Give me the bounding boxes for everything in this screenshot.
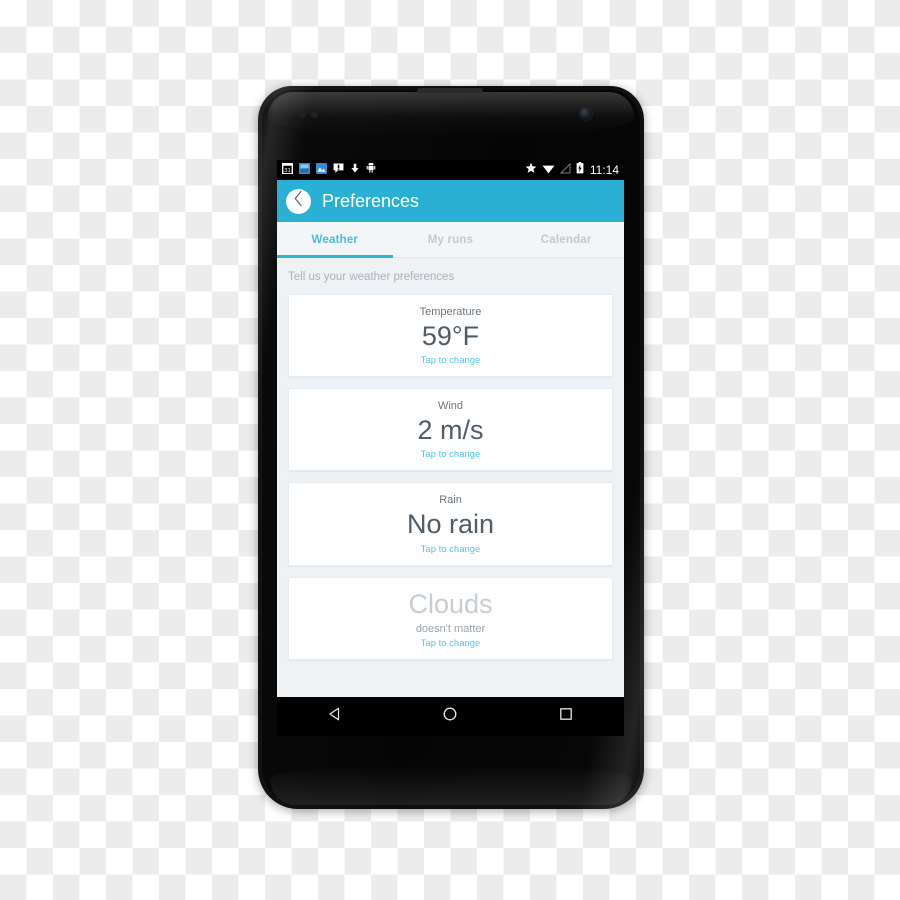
signal-icon xyxy=(559,161,571,179)
tab-bar: Weather My runs Calendar xyxy=(277,222,624,258)
wind-card-label: Wind xyxy=(437,400,464,413)
clouds-card-value: Clouds xyxy=(408,588,493,619)
clouds-card-action[interactable]: Tap to change xyxy=(297,638,604,649)
phone-screen: 31 11:14 Preferences Weather My runs Cal… xyxy=(277,160,624,697)
active-tab-indicator xyxy=(277,255,393,258)
status-bar-system-icons: 11:14 xyxy=(525,161,619,179)
wind-card-action[interactable]: Tap to change xyxy=(297,449,604,460)
tab-weather[interactable]: Weather xyxy=(277,222,393,258)
tab-calendar[interactable]: Calendar xyxy=(508,222,624,258)
temperature-card-value: 59°F xyxy=(421,321,480,351)
wind-card-value: 2 m/s xyxy=(417,415,484,446)
android-robot-icon xyxy=(366,161,376,179)
wind-preference-card[interactable]: Wind 2 m/s Tap to change xyxy=(288,388,613,472)
rain-card-value: No rain xyxy=(406,509,495,540)
photos-icon xyxy=(316,161,327,179)
preferences-content: Tell us your weather preferences Tempera… xyxy=(277,258,624,697)
rain-preference-card[interactable]: Rain No rain Tap to change xyxy=(288,482,613,566)
app-bar: Preferences xyxy=(277,180,624,222)
system-navigation-bar xyxy=(277,697,624,736)
home-nav-button[interactable] xyxy=(420,697,480,736)
download-arrow-icon xyxy=(350,161,360,179)
back-nav-button[interactable] xyxy=(305,697,365,736)
proximity-sensor xyxy=(299,111,306,118)
clouds-preference-card[interactable]: Clouds doesn't matter Tap to change xyxy=(288,576,613,660)
section-hint: Tell us your weather preferences xyxy=(288,271,455,283)
page-title: Preferences xyxy=(322,190,420,211)
rain-card-label: Rain xyxy=(439,494,462,507)
clouds-card-subtitle: doesn't matter xyxy=(415,622,486,635)
download-manager-icon xyxy=(299,161,310,179)
circle-icon xyxy=(442,706,458,727)
calendar-icon: 31 xyxy=(282,161,293,179)
tab-my-runs[interactable]: My runs xyxy=(393,222,509,258)
front-camera xyxy=(580,108,592,120)
earpiece-speaker xyxy=(417,88,483,93)
temperature-card-label: Temperature xyxy=(419,306,482,318)
star-icon xyxy=(525,161,537,179)
status-bar-notification-icons: 31 xyxy=(282,161,376,179)
temperature-preference-card[interactable]: Temperature 59°F Tap to change xyxy=(288,294,613,378)
triangle-left-icon xyxy=(327,706,343,727)
alert-message-icon xyxy=(333,161,344,179)
square-icon xyxy=(558,706,574,727)
status-bar: 31 11:14 xyxy=(277,160,624,180)
temperature-card-action[interactable]: Tap to change xyxy=(297,355,604,366)
wifi-icon xyxy=(542,161,555,179)
light-sensor xyxy=(311,111,318,118)
svg-text:31: 31 xyxy=(284,168,291,174)
status-bar-clock: 11:14 xyxy=(589,163,619,177)
rain-card-action[interactable]: Tap to change xyxy=(297,544,604,555)
back-button[interactable] xyxy=(286,188,311,214)
recents-nav-button[interactable] xyxy=(536,697,596,736)
battery-charging-icon xyxy=(576,161,584,179)
chevron-left-icon xyxy=(291,190,306,212)
